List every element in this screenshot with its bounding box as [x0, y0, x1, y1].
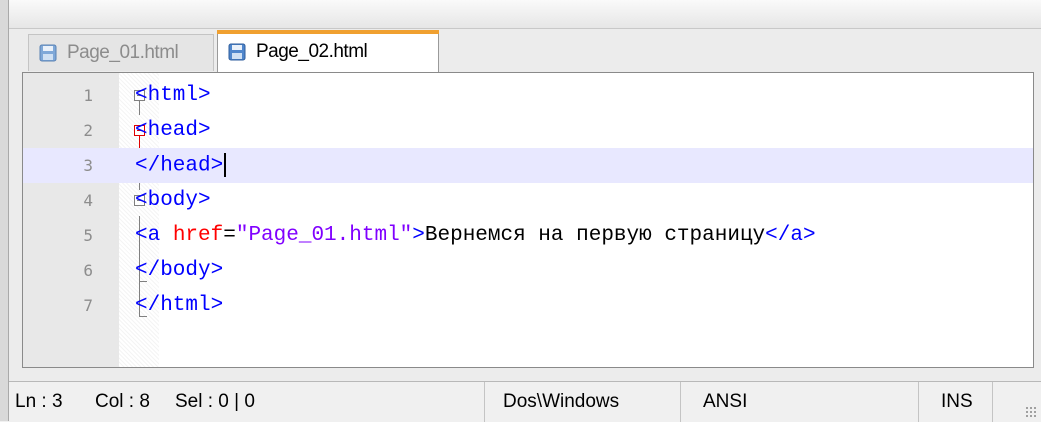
status-column: Col : 8 — [95, 391, 150, 412]
code-line-6: 6 </body> — [23, 253, 1033, 288]
code-tag: </head> — [135, 154, 224, 178]
text-caret — [224, 153, 227, 178]
floppy-disk-icon — [228, 43, 246, 60]
status-line: Ln : 3 — [15, 391, 63, 412]
code-line-1: 1 <html> — [23, 78, 1033, 113]
code-line-3: 3 </head> — [23, 148, 1033, 183]
code-equals: = — [223, 224, 236, 247]
status-bar: Ln : 3 Col : 8 Sel : 0 | 0 Dos\Windows A… — [9, 381, 1041, 422]
tab-page-01[interactable]: Page_01.html — [28, 34, 214, 71]
resize-grip-icon[interactable] — [1025, 406, 1037, 418]
tab-bar: Page_01.html Page_02.html — [22, 28, 1041, 72]
status-insert-mode[interactable]: INS — [919, 382, 993, 422]
toolbar-strip — [9, 0, 1041, 29]
code-tag: </body> — [135, 259, 224, 282]
code-line-4: 4 <body> — [23, 183, 1033, 218]
line-number: 5 — [83, 226, 93, 245]
code-tag: </html> — [135, 294, 224, 317]
code-tag: <head> — [135, 119, 211, 142]
window-left-border — [0, 0, 9, 421]
code-line-7: 7 </html> — [23, 288, 1033, 323]
line-number: 7 — [83, 296, 93, 315]
code-tag: <a — [135, 224, 173, 247]
status-encoding[interactable]: ANSI — [681, 382, 919, 422]
code-line-2: 2 <head> — [23, 113, 1033, 148]
code-tag: </a> — [765, 224, 816, 247]
status-selection: Sel : 0 | 0 — [175, 382, 485, 422]
code-tag: <html> — [135, 84, 211, 107]
floppy-disk-icon — [39, 44, 57, 62]
code-string: "Page_01.html" — [235, 224, 413, 247]
code-editor[interactable]: 1 <html> 2 <head> 3 </head> 4 <body> 5 <… — [22, 72, 1034, 368]
code-line-5: 5 <a href="Page_01.html">Вернемся на пер… — [23, 218, 1033, 253]
code-text: Вернемся на первую страницу — [424, 224, 766, 247]
line-number: 1 — [83, 86, 93, 105]
line-number: 4 — [83, 191, 93, 210]
line-number: 2 — [83, 121, 93, 140]
line-number: 6 — [83, 261, 93, 280]
status-eol-format[interactable]: Dos\Windows — [485, 382, 681, 422]
tab-label: Page_02.html — [256, 40, 368, 62]
code-tag: > — [412, 224, 425, 247]
tab-page-02[interactable]: Page_02.html — [217, 30, 439, 72]
code-tag: <body> — [135, 189, 211, 212]
notepad-window: Page_01.html Page_02.html 1 <html> 2 <he… — [0, 0, 1041, 422]
code-attribute: href — [172, 224, 224, 247]
line-number: 3 — [83, 156, 93, 175]
tab-label: Page_01.html — [67, 42, 179, 63]
